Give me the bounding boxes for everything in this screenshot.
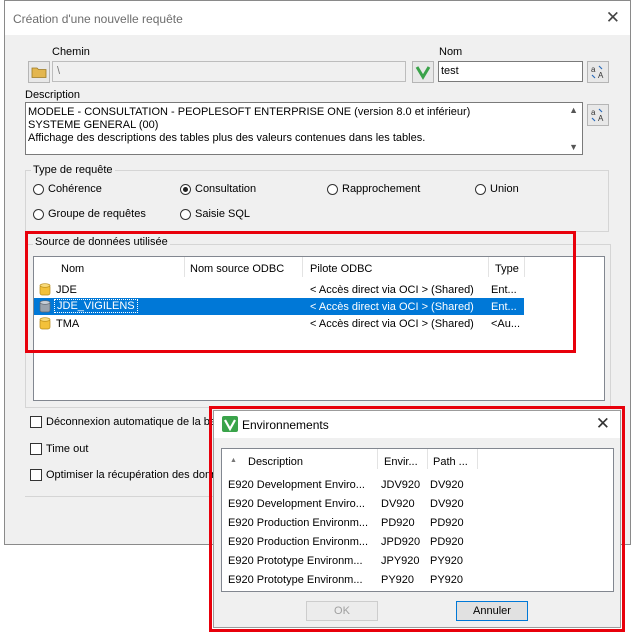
description-textarea[interactable]: MODELE - CONSULTATION - PEOPLESOFT ENTER… (25, 102, 583, 155)
deconnexion-label: Déconnexion automatique de la ba (46, 416, 217, 428)
scroll-up-icon[interactable]: ▲ (569, 105, 578, 115)
svg-text:a: a (591, 65, 596, 74)
radio-rapprochement[interactable] (327, 184, 338, 195)
query-type-label: Type de requête (31, 164, 115, 176)
svg-text:A: A (598, 71, 604, 80)
nom-value: test (441, 65, 459, 77)
radio-coherence[interactable] (33, 184, 44, 195)
radio-rapprochement-label: Rapprochement (342, 183, 421, 195)
radio-union-label: Union (490, 183, 519, 195)
deconnexion-checkbox[interactable] (30, 416, 42, 428)
folder-icon (31, 67, 47, 78)
window-title: Création d'une nouvelle requête (13, 12, 183, 26)
translate-description-button[interactable]: a A (587, 104, 609, 126)
check-v-icon (415, 66, 431, 80)
radio-coherence-label: Cohérence (48, 183, 102, 195)
timeout-label: Time out (46, 443, 89, 455)
validate-button[interactable] (412, 61, 434, 83)
browse-folder-button[interactable] (28, 61, 50, 83)
timeout-checkbox[interactable] (30, 443, 42, 455)
radio-saisie-sql[interactable] (180, 209, 191, 220)
query-type-group (25, 170, 609, 232)
optimiser-checkbox[interactable] (30, 469, 42, 481)
close-icon[interactable]: ✕ (606, 8, 620, 28)
nom-label: Nom (439, 46, 463, 58)
svg-text:A: A (598, 114, 604, 123)
scroll-down-icon[interactable]: ▼ (569, 142, 578, 152)
radio-consultation[interactable] (180, 184, 191, 195)
svg-text:a: a (591, 108, 596, 117)
nom-input[interactable]: test (438, 61, 583, 82)
description-label: Description (25, 89, 81, 101)
description-line: Affichage des descriptions des tables pl… (28, 132, 426, 144)
radio-saisie-sql-label: Saisie SQL (195, 208, 251, 220)
radio-consultation-label: Consultation (195, 183, 257, 195)
optimiser-label: Optimiser la récupération des donne (46, 469, 224, 481)
chemin-field[interactable]: \ (52, 61, 406, 82)
translate-icon: a A (591, 65, 604, 80)
chemin-label: Chemin (52, 46, 90, 58)
translate-nom-button[interactable]: a A (587, 61, 609, 83)
description-line: MODELE - CONSULTATION - PEOPLESOFT ENTER… (28, 106, 471, 118)
description-line: SYSTEME GENERAL (00) (28, 119, 159, 131)
radio-groupe-requetes-label: Groupe de requêtes (48, 208, 146, 220)
divider (25, 496, 215, 497)
title-bar: Création d'une nouvelle requête ✕ (5, 1, 630, 35)
annotation-highlight-box (25, 231, 576, 353)
chemin-value: \ (57, 65, 61, 77)
radio-union[interactable] (475, 184, 486, 195)
radio-groupe-requetes[interactable] (33, 209, 44, 220)
annotation-highlight-box (209, 406, 625, 632)
translate-icon: a A (591, 108, 604, 123)
